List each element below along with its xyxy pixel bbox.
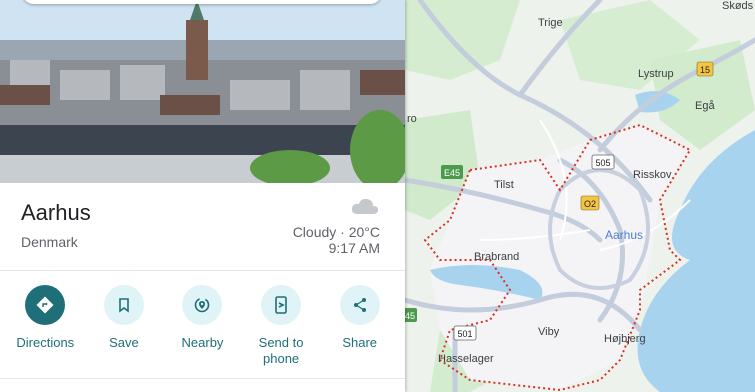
bookmark-icon bbox=[119, 298, 129, 313]
send-to-phone-button[interactable]: Send to phone bbox=[248, 285, 314, 367]
map-label-viby[interactable]: Viby bbox=[538, 326, 560, 338]
place-title: Aarhus bbox=[21, 200, 91, 225]
place-country: Denmark bbox=[21, 234, 78, 250]
svg-text:501: 501 bbox=[457, 329, 472, 339]
directions-icon bbox=[36, 296, 54, 314]
map-label-tilst[interactable]: Tilst bbox=[494, 179, 514, 191]
map-city-label[interactable]: Aarhus bbox=[605, 228, 643, 242]
map-label-ega[interactable]: Egå bbox=[695, 100, 715, 112]
map-label-lystrup[interactable]: Lystrup bbox=[638, 68, 674, 80]
map-label-hojbjerg[interactable]: Højbjerg bbox=[604, 333, 646, 345]
map-label-hasselager[interactable]: Hasselager bbox=[438, 353, 494, 365]
action-bar: Directions Save Nearby Send to phone Sha… bbox=[0, 285, 405, 367]
directions-label: Directions bbox=[16, 335, 75, 350]
divider bbox=[0, 270, 405, 271]
road-shield-505: 505 bbox=[591, 154, 615, 170]
share-icon bbox=[353, 298, 366, 312]
send-to-phone-icon bbox=[275, 296, 287, 314]
search-bar[interactable] bbox=[22, 0, 382, 4]
road-shield-e45: E45 bbox=[441, 165, 463, 179]
road-shield-45: 45 bbox=[403, 308, 417, 322]
road-shield-15: 15 bbox=[696, 61, 714, 77]
share-label: Share bbox=[342, 335, 378, 350]
nearby-label: Nearby bbox=[181, 335, 224, 350]
map-label-skods[interactable]: Skøds bbox=[722, 0, 754, 12]
place-photo[interactable] bbox=[0, 0, 405, 183]
road-shield-o2: O2 bbox=[580, 195, 600, 211]
svg-text:O2: O2 bbox=[584, 199, 596, 209]
save-button[interactable]: Save bbox=[91, 285, 157, 367]
weather-info: Cloudy · 20°C 9:17 AM bbox=[293, 196, 380, 256]
share-button[interactable]: Share bbox=[327, 285, 393, 367]
cloud-icon bbox=[351, 198, 379, 214]
svg-text:E45: E45 bbox=[444, 168, 460, 178]
nearby-icon bbox=[195, 297, 210, 313]
weather-time: 9:17 AM bbox=[328, 240, 380, 256]
road-shield-501: 501 bbox=[453, 325, 477, 341]
nearby-button[interactable]: Nearby bbox=[169, 285, 235, 367]
svg-text:15: 15 bbox=[700, 65, 710, 75]
weather-summary: Cloudy · 20°C bbox=[292, 224, 380, 240]
place-panel: Aarhus Denmark Cloudy · 20°C 9:17 AM Dir… bbox=[0, 0, 405, 392]
directions-button[interactable]: Directions bbox=[12, 285, 78, 367]
divider bbox=[0, 378, 405, 379]
save-label: Save bbox=[109, 335, 139, 350]
send-to-phone-label: Send to phone bbox=[258, 335, 304, 366]
map-label-partial: ro bbox=[407, 113, 417, 125]
map-label-brabrand[interactable]: Brabrand bbox=[474, 251, 519, 263]
svg-text:45: 45 bbox=[405, 311, 415, 321]
map-label-risskov[interactable]: Risskov bbox=[633, 169, 672, 181]
map-label-trige[interactable]: Trige bbox=[538, 17, 563, 29]
svg-text:505: 505 bbox=[595, 158, 610, 168]
